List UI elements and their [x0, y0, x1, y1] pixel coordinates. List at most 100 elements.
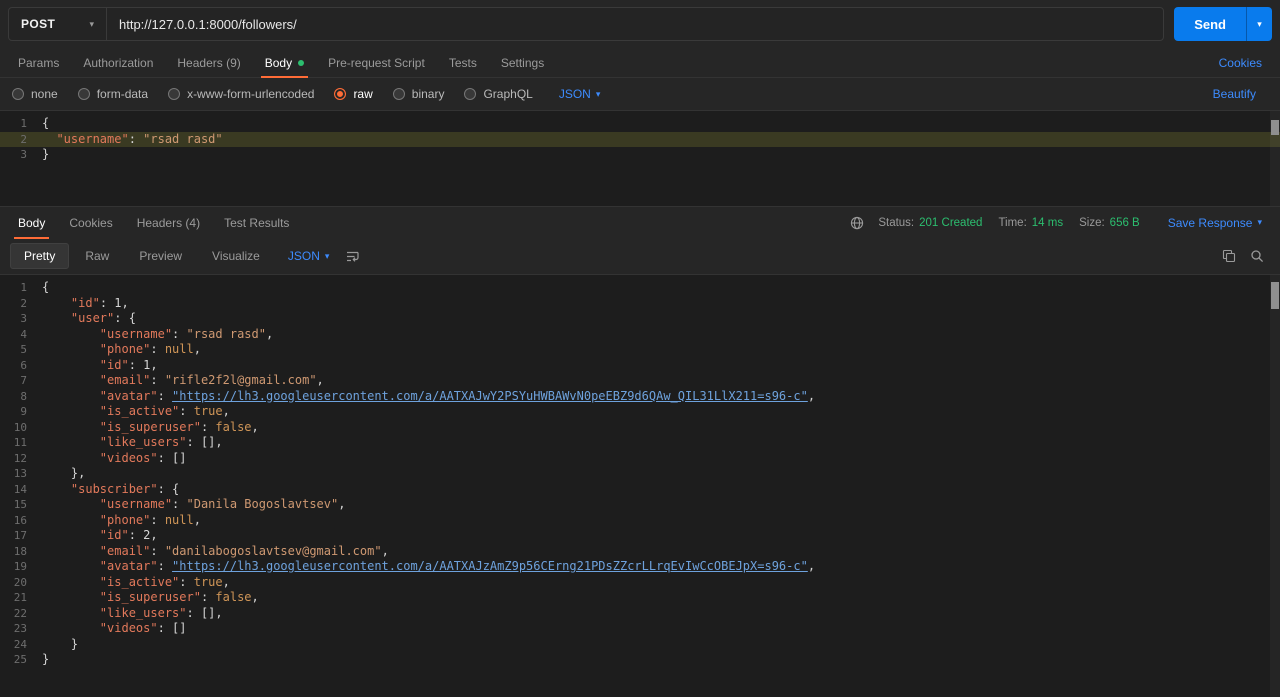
raw-language-label: JSON	[558, 87, 591, 101]
url-group: POST ▾ http://127.0.0.1:8000/followers/	[8, 7, 1165, 41]
line-number: 3	[20, 148, 27, 161]
tab-body[interactable]: Body	[253, 48, 316, 78]
line-number: 20	[13, 575, 27, 589]
line-number: 1	[20, 281, 27, 294]
url-link[interactable]: "https://lh3.googleusercontent.com/a/AAT…	[172, 559, 808, 573]
code-line: 18 "email": "danilabogoslavtsev@gmail.co…	[0, 544, 1280, 560]
tab-label: Params	[18, 55, 60, 70]
tab-label: Headers (4)	[136, 215, 201, 230]
tab-label: Pre-request Script	[328, 55, 425, 70]
code-line: 2 "id": 1,	[0, 296, 1280, 312]
line-number: 2	[20, 132, 27, 146]
code-line: 21 "is_superuser": false,	[0, 590, 1280, 606]
mode-label: binary	[411, 87, 445, 101]
code-line: 14 "subscriber": {	[0, 482, 1280, 498]
postman-app: POST ▾ http://127.0.0.1:8000/followers/ …	[0, 0, 1280, 697]
tab-label: Authorization	[83, 55, 154, 70]
tab-label: Body	[264, 55, 293, 70]
url-text: http://127.0.0.1:8000/followers/	[119, 16, 297, 32]
save-response-button[interactable]: Save Response ▾	[1156, 216, 1274, 230]
send-options-button[interactable]: ▾	[1246, 7, 1272, 41]
url-link[interactable]: "https://lh3.googleusercontent.com/a/AAT…	[172, 389, 808, 403]
tab-label: Cookies	[69, 215, 113, 230]
chevron-down-icon: ▾	[595, 88, 601, 99]
scrollbar-track[interactable]	[1270, 111, 1280, 206]
tab-pre-request-script[interactable]: Pre-request Script	[316, 48, 437, 77]
network-globe-icon[interactable]	[850, 216, 864, 230]
method-select[interactable]: POST ▾	[9, 8, 107, 40]
body-mode-graphql[interactable]: GraphQL	[464, 87, 533, 101]
response-meta: Status: 201 Created Time: 14 ms Size: 65…	[850, 207, 1274, 238]
line-number: 23	[13, 622, 27, 635]
response-tab-test-results[interactable]: Test Results	[212, 207, 301, 238]
line-number: 22	[13, 606, 27, 620]
tab-tests[interactable]: Tests	[437, 48, 489, 77]
line-number: 1	[20, 117, 27, 130]
send-button[interactable]: Send	[1174, 7, 1246, 41]
line-number: 7	[20, 374, 27, 387]
response-tab-headers[interactable]: Headers (4)	[125, 207, 212, 238]
radio-icon	[392, 88, 405, 100]
time-badge: Time: 14 ms	[998, 217, 1063, 229]
cookies-link[interactable]: Cookies	[1207, 48, 1274, 77]
tab-settings[interactable]: Settings	[489, 48, 556, 77]
response-tab-body[interactable]: Body	[6, 207, 57, 239]
line-number: 13	[13, 467, 27, 480]
request-code-area[interactable]: 1{2 "username": "rsad rasd" 3}	[0, 111, 1280, 163]
response-code-area[interactable]: 1{2 "id": 1, 3 "user": {4 "username": "rs…	[0, 275, 1280, 668]
body-mode-raw[interactable]: raw	[334, 87, 373, 101]
code-line: 24 }	[0, 637, 1280, 653]
response-tab-cookies[interactable]: Cookies	[57, 207, 124, 238]
view-preview[interactable]: Preview	[125, 243, 196, 269]
size-value: 656 B	[1109, 216, 1140, 229]
copy-icon[interactable]	[1216, 244, 1242, 268]
code-line: 8 "avatar": "https://lh3.googleuserconte…	[0, 389, 1280, 405]
line-number: 6	[20, 358, 27, 372]
wrap-text-icon[interactable]	[339, 244, 365, 268]
beautify-link[interactable]: Beautify	[1201, 87, 1268, 101]
line-number: 14	[13, 482, 27, 496]
response-language-select[interactable]: JSON ▾	[288, 249, 330, 263]
chevron-down-icon: ▾	[324, 250, 330, 261]
code-line: 16 "phone": null,	[0, 513, 1280, 529]
line-number: 12	[13, 451, 27, 465]
tab-params[interactable]: Params	[6, 48, 71, 77]
response-body-editor[interactable]: 1{2 "id": 1, 3 "user": {4 "username": "rs…	[0, 274, 1280, 697]
body-mode-x-www-form-urlencoded[interactable]: x-www-form-urlencoded	[168, 87, 314, 101]
scrollbar-thumb[interactable]	[1271, 282, 1279, 309]
line-number: 25	[13, 653, 27, 666]
scrollbar-track[interactable]	[1270, 275, 1280, 697]
line-number: 5	[20, 343, 27, 356]
line-number: 4	[20, 327, 27, 341]
view-visualize[interactable]: Visualize	[198, 243, 274, 269]
line-number: 19	[13, 560, 27, 573]
request-tabs: Params Authorization Headers (9) Body Pr…	[0, 48, 1280, 78]
line-number: 18	[13, 544, 27, 558]
tab-label: Test Results	[224, 215, 290, 230]
code-line: 17 "id": 2,	[0, 528, 1280, 544]
url-input[interactable]: http://127.0.0.1:8000/followers/	[107, 8, 1163, 40]
radio-icon	[12, 88, 24, 100]
request-url-bar: POST ▾ http://127.0.0.1:8000/followers/ …	[0, 0, 1280, 48]
request-body-editor[interactable]: 1{2 "username": "rsad rasd" 3}	[0, 110, 1280, 206]
view-raw[interactable]: Raw	[71, 243, 123, 269]
tab-authorization[interactable]: Authorization	[71, 48, 165, 77]
size-badge: Size: 656 B	[1079, 217, 1140, 229]
radio-icon	[464, 88, 477, 100]
tab-headers[interactable]: Headers (9)	[165, 48, 252, 77]
code-line: 13 },	[0, 466, 1280, 482]
body-mode-none[interactable]: none	[12, 87, 58, 101]
search-icon[interactable]	[1244, 244, 1270, 268]
body-mode-form-data[interactable]: form-data	[77, 87, 148, 101]
radio-icon	[77, 88, 90, 100]
scrollbar-thumb[interactable]	[1271, 120, 1279, 135]
line-number: 8	[20, 389, 27, 403]
line-number: 17	[13, 529, 27, 542]
code-line: 4 "username": "rsad rasd",	[0, 327, 1280, 343]
body-mode-binary[interactable]: binary	[392, 87, 445, 101]
code-line: 1{	[0, 116, 1280, 132]
raw-language-select[interactable]: JSON ▾	[559, 87, 601, 101]
send-button-group: Send ▾	[1174, 7, 1272, 41]
view-pretty[interactable]: Pretty	[10, 243, 70, 269]
